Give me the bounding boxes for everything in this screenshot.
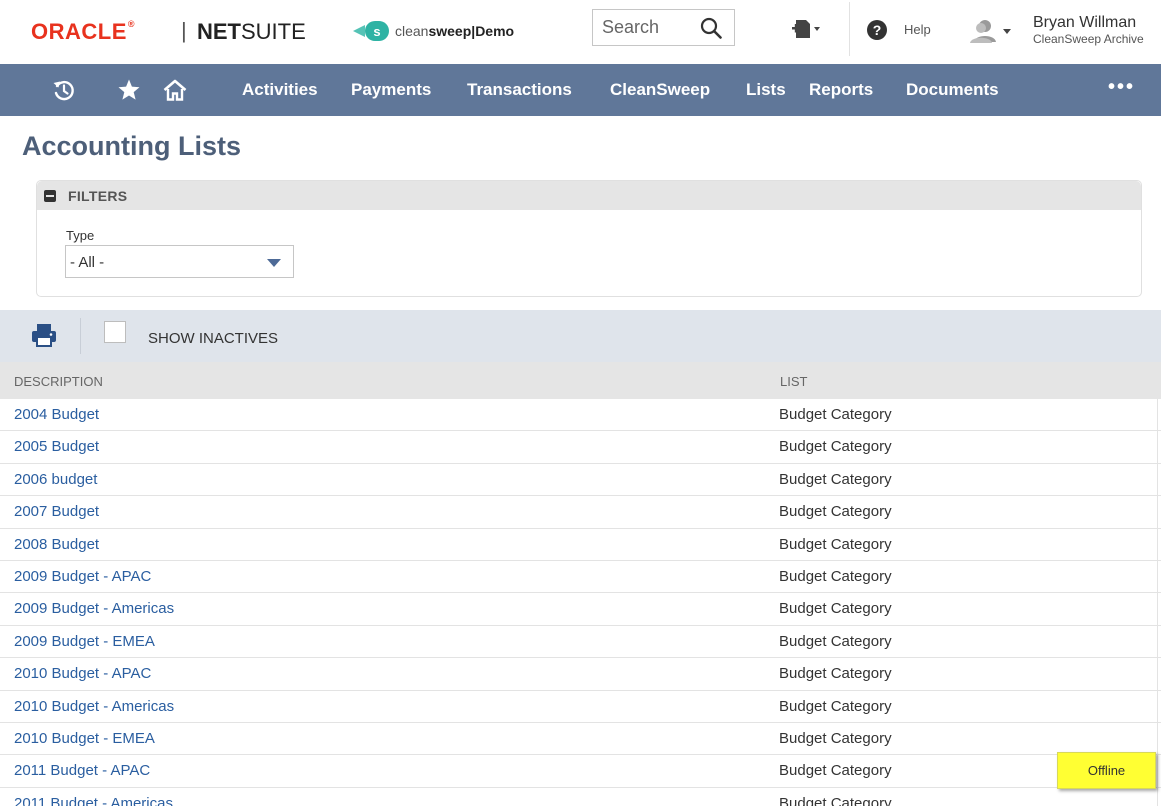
table-right-border [1157, 399, 1158, 806]
table-row: 2009 Budget - Americas Budget Category [0, 593, 1161, 626]
table-row: 2009 Budget - EMEA Budget Category [0, 625, 1161, 659]
nav-cleansweep[interactable]: CleanSweep [610, 80, 710, 100]
table-row: 2007 Budget Budget Category [0, 496, 1161, 529]
filters-header[interactable]: FILTERS [37, 181, 1141, 210]
netsuite-logo[interactable]: NETSUITE [197, 19, 306, 45]
filters-panel: FILTERS Type - All - [36, 180, 1142, 297]
row-list-value: Budget Category [779, 406, 892, 423]
table-row: 2004 Budget Budget Category [0, 399, 1161, 432]
row-list-value: Budget Category [779, 665, 892, 683]
nav-payments[interactable]: Payments [351, 80, 431, 100]
table-row: 2009 Budget - APAC Budget Category [0, 560, 1161, 594]
row-list-value: Budget Category [779, 762, 892, 780]
nav-more-button[interactable]: ••• [1108, 76, 1135, 99]
show-inactives-checkbox[interactable] [104, 321, 126, 343]
chevron-down-icon[interactable] [267, 259, 281, 267]
create-new-icon[interactable] [791, 17, 821, 41]
row-description-link[interactable]: 2004 Budget [14, 406, 99, 423]
nav-lists[interactable]: Lists [746, 80, 786, 100]
star-icon[interactable] [117, 78, 141, 102]
table-row: 2005 Budget Budget Category [0, 431, 1161, 464]
print-icon[interactable] [31, 323, 57, 347]
nav-activities[interactable]: Activities [242, 80, 318, 100]
row-list-value: Budget Category [779, 535, 892, 553]
svg-text:s: s [373, 24, 380, 39]
search-input[interactable] [593, 10, 693, 45]
row-list-value: Budget Category [779, 632, 892, 650]
column-header-description[interactable]: DESCRIPTION [14, 374, 103, 389]
row-description-link[interactable]: 2009 Budget - APAC [14, 568, 151, 585]
company-name: cleansweep|Demo [395, 23, 514, 39]
nav-transactions[interactable]: Transactions [467, 80, 572, 100]
show-inactives-label[interactable]: SHOW INACTIVES [148, 330, 278, 347]
oracle-logo[interactable]: ORACLE® [31, 19, 135, 45]
table-row: 2008 Budget Budget Category [0, 528, 1161, 561]
row-list-value: Budget Category [779, 470, 892, 488]
netsuite-logo-bold: NET [197, 19, 241, 44]
list-toolbar: SHOW INACTIVES [0, 310, 1161, 362]
recent-icon[interactable] [52, 78, 76, 102]
nav-reports[interactable]: Reports [809, 80, 873, 100]
row-list-value: Budget Category [779, 697, 892, 715]
row-description-link[interactable]: 2010 Budget - EMEA [14, 730, 155, 747]
toolbar-divider [80, 318, 81, 354]
table-header: DESCRIPTION LIST [0, 362, 1161, 399]
cleansweep-logo-icon: s [353, 21, 389, 41]
row-description-link[interactable]: 2009 Budget - EMEA [14, 633, 155, 650]
global-search[interactable] [592, 9, 735, 46]
page-title: Accounting Lists [22, 131, 242, 161]
user-name[interactable]: Bryan Willman [1033, 14, 1136, 32]
type-filter-value: - All - [70, 254, 105, 271]
row-description-link[interactable]: 2006 budget [14, 471, 97, 488]
column-header-list[interactable]: LIST [780, 374, 807, 389]
row-list-value: Budget Category [779, 567, 892, 585]
row-list-value: Budget Category [779, 503, 892, 521]
table-row: 2011 Budget - APAC Budget Category [0, 755, 1161, 788]
type-filter-label: Type [66, 228, 95, 243]
company-name-bold: sweep [428, 23, 472, 39]
row-description-link[interactable]: 2005 Budget [14, 438, 99, 455]
row-list-value: Budget Category [779, 600, 892, 618]
row-description-link[interactable]: 2008 Budget [14, 536, 99, 553]
table-row: 2011 Budget - Americas Budget Category [0, 787, 1161, 806]
oracle-logo-text: ORACLE [31, 19, 127, 44]
logo-separator: | [181, 18, 187, 43]
search-icon[interactable] [700, 17, 722, 39]
header-divider [849, 2, 850, 56]
home-icon[interactable] [163, 78, 187, 102]
table-row: 2010 Budget - EMEA Budget Category [0, 722, 1161, 756]
collapse-icon[interactable] [44, 190, 56, 202]
company-name-light: clean [395, 23, 429, 39]
netsuite-logo-rest: SUITE [241, 19, 306, 44]
top-header: ORACLE® | NETSUITE s cleansweep|Demo ? H… [0, 0, 1161, 64]
help-link[interactable]: Help [904, 22, 931, 37]
row-list-value: Budget Category [779, 438, 892, 456]
row-list-value: Budget Category [779, 729, 892, 747]
row-list-value: Budget Category [779, 794, 892, 806]
table-body: 2004 Budget Budget Category 2005 Budget Bu… [0, 399, 1161, 806]
row-description-link[interactable]: 2011 Budget - Americas [14, 795, 173, 806]
offline-status-badge[interactable]: Offline [1057, 752, 1156, 789]
nav-documents[interactable]: Documents [906, 80, 999, 100]
filters-title: FILTERS [68, 188, 128, 204]
table-row: 2006 budget Budget Category [0, 463, 1161, 497]
row-description-link[interactable]: 2010 Budget - Americas [14, 698, 174, 715]
table-row: 2010 Budget - APAC Budget Category [0, 658, 1161, 691]
company-name-suffix: |Demo [471, 23, 515, 39]
row-description-link[interactable]: 2011 Budget - APAC [14, 762, 150, 779]
oracle-logo-registered: ® [127, 19, 136, 29]
type-filter-select[interactable]: - All - [65, 245, 294, 278]
row-description-link[interactable]: 2007 Budget [14, 503, 99, 520]
user-role[interactable]: CleanSweep Archive [1033, 32, 1144, 46]
company-logo[interactable]: s cleansweep|Demo [351, 16, 514, 46]
table-row: 2010 Budget - Americas Budget Category [0, 690, 1161, 723]
help-icon[interactable]: ? [867, 20, 887, 40]
main-navigation: Activities Payments Transactions CleanSw… [0, 64, 1161, 116]
row-description-link[interactable]: 2010 Budget - APAC [14, 665, 151, 682]
row-description-link[interactable]: 2009 Budget - Americas [14, 600, 174, 617]
user-icon[interactable] [958, 16, 1014, 44]
